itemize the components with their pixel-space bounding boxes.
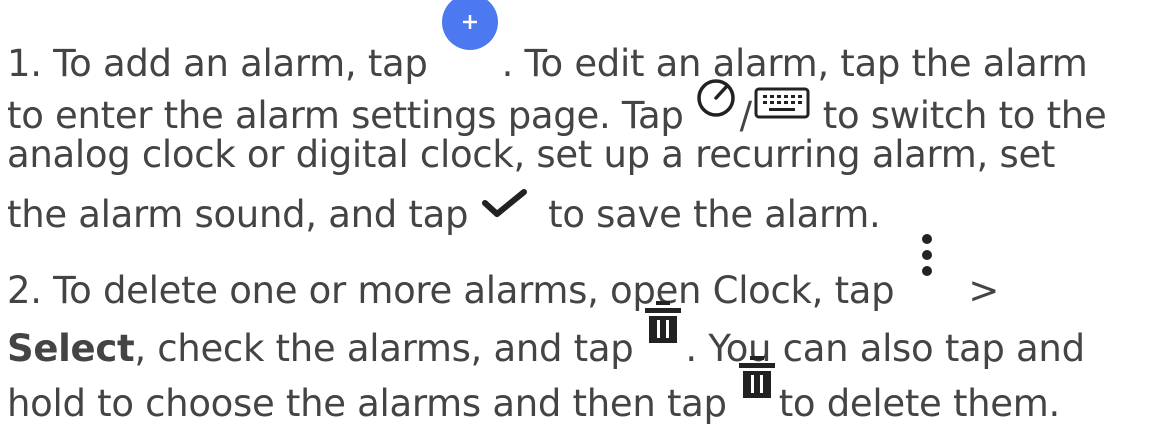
text-segment: , check the alarms, and tap: [134, 327, 634, 370]
text-segment: to save the alarm.: [548, 193, 881, 236]
step1-line2: to enter the alarm settings page. Tap / to…: [7, 79, 1107, 138]
select-label: Select: [7, 327, 135, 370]
clock-icon: [694, 79, 738, 128]
step2-line3: hold to choose the alarms and then tap to…: [7, 356, 1061, 426]
check-icon: [480, 189, 530, 227]
step2-line2: Select, check the alarms, and tap. You c…: [7, 301, 1085, 371]
text-segment: . To edit an alarm, tap the alarm: [501, 42, 1088, 85]
trash-icon: [643, 301, 683, 361]
step2-line1: 2. To delete one or more alarms, open Cl…: [7, 234, 1000, 313]
text-segment: the alarm sound, and tap: [7, 193, 469, 236]
slash-separator: /: [739, 94, 752, 137]
text-segment: to switch to the: [822, 94, 1107, 137]
plus-icon: [441, 0, 498, 84]
menu-arrow: >: [968, 269, 1000, 312]
trash-icon: [737, 356, 777, 416]
text-segment: analog clock or digital clock, set up a …: [7, 133, 1056, 176]
step1-line4: the alarm sound, and tap to save the alar…: [7, 189, 881, 237]
more-vertical-icon: [914, 234, 940, 303]
text-segment: 1. To add an alarm, tap: [7, 42, 428, 85]
text-segment: to enter the alarm settings page. Tap: [7, 94, 684, 137]
keyboard-icon: [753, 87, 811, 128]
text-segment: to delete them.: [778, 382, 1061, 425]
step1-line3: analog clock or digital clock, set up a …: [7, 133, 1055, 177]
text-segment: 2. To delete one or more alarms, open Cl…: [7, 269, 895, 312]
text-segment: hold to choose the alarms and then tap: [7, 382, 727, 425]
step1-line1: 1. To add an alarm, tap . To edit an alar…: [7, 0, 1088, 86]
